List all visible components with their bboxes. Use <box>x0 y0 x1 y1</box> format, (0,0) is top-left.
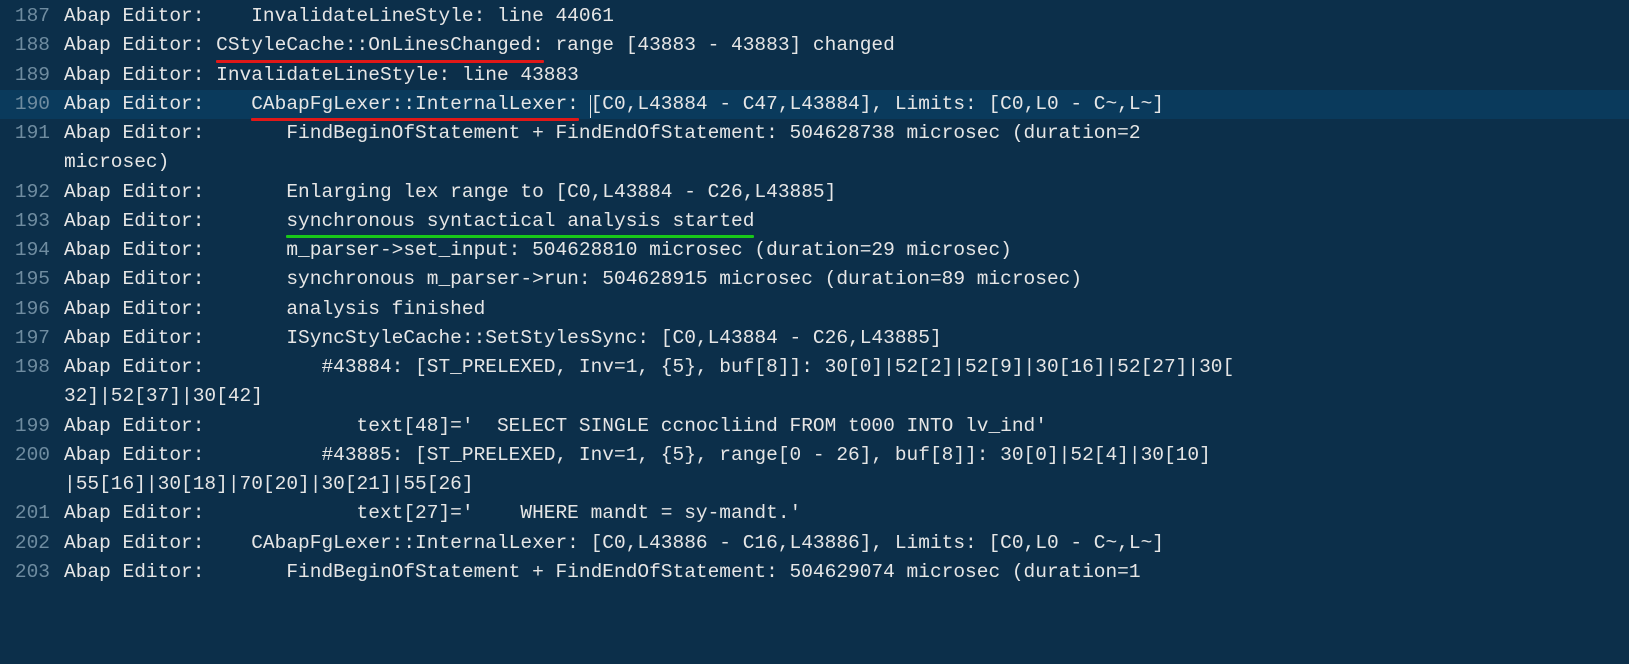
log-line[interactable]: 199Abap Editor: text[48]=' SELECT SINGLE… <box>0 412 1629 441</box>
log-line[interactable]: 189Abap Editor: InvalidateLineStyle: lin… <box>0 61 1629 90</box>
log-line-content: microsec) <box>64 148 1629 177</box>
line-number: 202 <box>0 529 64 558</box>
log-text: Abap Editor: InvalidateLineStyle: line 4… <box>64 64 579 86</box>
log-line-content: Abap Editor: Enlarging lex range to [C0,… <box>64 178 1629 207</box>
log-line-content: Abap Editor: synchronous syntactical ana… <box>64 207 1629 236</box>
log-line-content: Abap Editor: CAbapFgLexer::InternalLexer… <box>64 529 1629 558</box>
log-line-content: Abap Editor: InvalidateLineStyle: line 4… <box>64 2 1629 31</box>
line-number: 199 <box>0 412 64 441</box>
log-text: Abap Editor: text[27]=' WHERE mandt = sy… <box>64 502 801 524</box>
line-number: 194 <box>0 236 64 265</box>
log-line-content: Abap Editor: #43884: [ST_PRELEXED, Inv=1… <box>64 353 1629 382</box>
line-number: 203 <box>0 558 64 587</box>
log-line-content: Abap Editor: #43885: [ST_PRELEXED, Inv=1… <box>64 441 1629 470</box>
highlight-red: CStyleCache::OnLinesChanged: <box>216 31 544 60</box>
log-line[interactable]: 196Abap Editor: analysis finished <box>0 295 1629 324</box>
log-line[interactable]: 198Abap Editor: #43884: [ST_PRELEXED, In… <box>0 353 1629 382</box>
line-number: 191 <box>0 119 64 148</box>
log-line[interactable]: 202Abap Editor: CAbapFgLexer::InternalLe… <box>0 529 1629 558</box>
log-line-content: Abap Editor: analysis finished <box>64 295 1629 324</box>
log-line[interactable]: 197Abap Editor: ISyncStyleCache::SetStyl… <box>0 324 1629 353</box>
log-line[interactable]: 193Abap Editor: synchronous syntactical … <box>0 207 1629 236</box>
log-line[interactable]: 201Abap Editor: text[27]=' WHERE mandt =… <box>0 499 1629 528</box>
log-line-content: 32]|52[37]|30[42] <box>64 382 1629 411</box>
log-line[interactable]: 191Abap Editor: FindBeginOfStatement + F… <box>0 119 1629 148</box>
line-number: 197 <box>0 324 64 353</box>
log-text: Abap Editor: ISyncStyleCache::SetStylesS… <box>64 327 942 349</box>
line-number: 190 <box>0 90 64 119</box>
highlight-green: synchronous syntactical analysis started <box>286 207 754 236</box>
log-text: Abap Editor: synchronous m_parser->run: … <box>64 268 1082 290</box>
log-line[interactable]: 188Abap Editor: CStyleCache::OnLinesChan… <box>0 31 1629 60</box>
log-text: Abap Editor: analysis finished <box>64 298 485 320</box>
line-number: 189 <box>0 61 64 90</box>
log-line[interactable]: 203Abap Editor: FindBeginOfStatement + F… <box>0 558 1629 587</box>
log-line-content: Abap Editor: FindBeginOfStatement + Find… <box>64 558 1629 587</box>
line-number: 187 <box>0 2 64 31</box>
line-number: 198 <box>0 353 64 382</box>
log-text: Abap Editor: <box>64 210 286 232</box>
line-number: 188 <box>0 31 64 60</box>
log-text-segment: range [43883 - 43883] changed <box>544 34 895 56</box>
line-number: 195 <box>0 265 64 294</box>
line-number: 201 <box>0 499 64 528</box>
log-line[interactable]: 187Abap Editor: InvalidateLineStyle: lin… <box>0 2 1629 31</box>
log-text: Abap Editor: <box>64 34 216 56</box>
log-line-content: Abap Editor: text[27]=' WHERE mandt = sy… <box>64 499 1629 528</box>
log-line-wrap[interactable]: |55[16]|30[18]|70[20]|30[21]|55[26] <box>0 470 1629 499</box>
log-line[interactable]: 194Abap Editor: m_parser->set_input: 504… <box>0 236 1629 265</box>
line-number: 192 <box>0 178 64 207</box>
log-line-content: Abap Editor: synchronous m_parser->run: … <box>64 265 1629 294</box>
log-line-wrap[interactable]: microsec) <box>0 148 1629 177</box>
log-text: Abap Editor: CAbapFgLexer::InternalLexer… <box>64 532 1164 554</box>
log-text: Abap Editor: #43885: [ST_PRELEXED, Inv=1… <box>64 444 1211 466</box>
log-line[interactable]: 200Abap Editor: #43885: [ST_PRELEXED, In… <box>0 441 1629 470</box>
log-viewer[interactable]: 187Abap Editor: InvalidateLineStyle: lin… <box>0 2 1629 587</box>
log-line[interactable]: 192Abap Editor: Enlarging lex range to [… <box>0 178 1629 207</box>
log-line-content: |55[16]|30[18]|70[20]|30[21]|55[26] <box>64 470 1629 499</box>
log-line[interactable]: 190Abap Editor: CAbapFgLexer::InternalLe… <box>0 90 1629 119</box>
log-line-content: Abap Editor: m_parser->set_input: 504628… <box>64 236 1629 265</box>
log-line-content: Abap Editor: text[48]=' SELECT SINGLE cc… <box>64 412 1629 441</box>
log-text: Abap Editor: InvalidateLineStyle: line 4… <box>64 5 614 27</box>
log-text: Abap Editor: FindBeginOfStatement + Find… <box>64 561 1152 583</box>
log-line-content: Abap Editor: CAbapFgLexer::InternalLexer… <box>64 90 1629 119</box>
log-text: Abap Editor: #43884: [ST_PRELEXED, Inv=1… <box>64 356 1234 378</box>
line-number: 193 <box>0 207 64 236</box>
highlight-red: CAbapFgLexer::InternalLexer: <box>251 90 579 119</box>
log-line-content: Abap Editor: InvalidateLineStyle: line 4… <box>64 61 1629 90</box>
log-text: Abap Editor: text[48]=' SELECT SINGLE cc… <box>64 415 1047 437</box>
text-cursor <box>590 95 591 117</box>
log-text: Abap Editor: <box>64 93 251 115</box>
line-number: 196 <box>0 295 64 324</box>
log-text: Abap Editor: m_parser->set_input: 504628… <box>64 239 1012 261</box>
log-text-segment: [C0,L43884 - C47,L43884], Limits: [C0,L0… <box>591 93 1164 115</box>
log-line-content: Abap Editor: FindBeginOfStatement + Find… <box>64 119 1629 148</box>
line-number: 200 <box>0 441 64 470</box>
log-line-content: Abap Editor: ISyncStyleCache::SetStylesS… <box>64 324 1629 353</box>
log-line-content: Abap Editor: CStyleCache::OnLinesChanged… <box>64 31 1629 60</box>
log-line-wrap[interactable]: 32]|52[37]|30[42] <box>0 382 1629 411</box>
log-text: Abap Editor: FindBeginOfStatement + Find… <box>64 122 1152 144</box>
log-line[interactable]: 195Abap Editor: synchronous m_parser->ru… <box>0 265 1629 294</box>
log-text: Abap Editor: Enlarging lex range to [C0,… <box>64 181 836 203</box>
